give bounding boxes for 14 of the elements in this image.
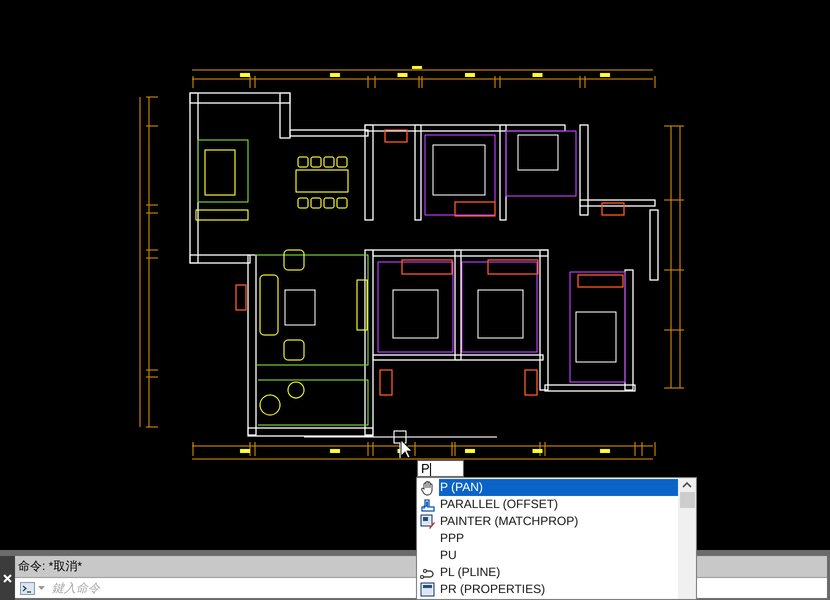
suggestion-item[interactable]: PARALLEL (OFFSET) (417, 496, 678, 513)
scrollbar-thumb[interactable] (680, 492, 694, 508)
caret-icon[interactable] (38, 586, 45, 590)
suggestion-item[interactable]: PPP (417, 530, 678, 547)
command-input-field[interactable]: P (417, 460, 464, 477)
scroll-up-icon (682, 481, 692, 488)
offset-icon (420, 496, 436, 512)
close-icon[interactable] (3, 574, 12, 582)
properties-icon (420, 582, 436, 598)
paintbrush-icon (420, 514, 436, 530)
suggestion-item[interactable]: PAINTER (MATCHPROP) (417, 513, 678, 530)
suggestion-item[interactable]: PR (PROPERTIES) (417, 581, 678, 598)
command-prompt-icon[interactable] (20, 582, 35, 594)
scrollbar[interactable] (678, 478, 696, 599)
